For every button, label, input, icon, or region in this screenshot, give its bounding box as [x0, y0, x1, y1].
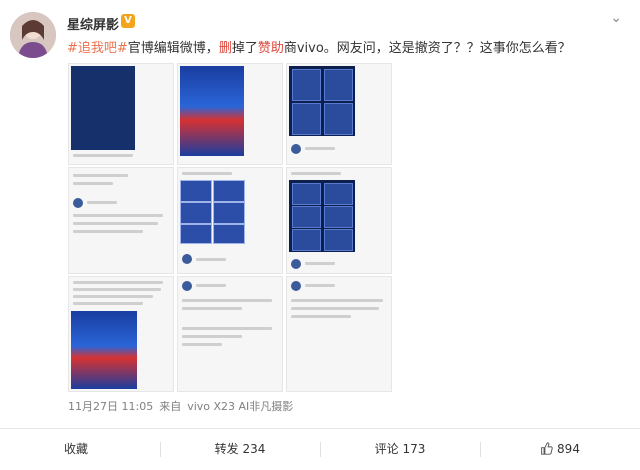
repost-label: 转发 234 — [214, 442, 266, 456]
collage-panel — [286, 63, 392, 165]
collage-panel — [68, 63, 174, 165]
collage-panel — [68, 276, 174, 392]
source-prefix: 来自 — [159, 400, 182, 413]
phone-screenshot — [71, 66, 135, 150]
post-text-part: 官博编辑微博， — [127, 41, 219, 56]
divider — [160, 442, 161, 457]
image-collage[interactable] — [68, 63, 392, 392]
post-source[interactable]: vivo X23 AI非凡摄影 — [187, 400, 293, 413]
chevron-down-icon[interactable]: ⌄ — [610, 10, 622, 26]
like-button[interactable]: 894 — [485, 429, 635, 470]
post-text-part: 掉了 — [231, 41, 258, 56]
favorite-button[interactable]: 收藏 — [0, 429, 152, 470]
poster-image — [71, 311, 137, 389]
highlight-delete: 删 — [218, 41, 232, 56]
hashtag-link[interactable]: #追我吧# — [67, 41, 128, 56]
collage-panel — [177, 276, 283, 392]
repost-button[interactable]: 转发 234 — [165, 429, 315, 470]
divider — [480, 442, 481, 457]
divider — [320, 442, 321, 457]
author-name[interactable]: 星综屏影 — [67, 14, 119, 33]
highlight-sponsor: 赞助 — [257, 41, 284, 56]
collage-panel — [286, 276, 392, 392]
comment-label: 评论 173 — [374, 442, 426, 456]
collage-panel — [177, 63, 283, 165]
collage-panel — [68, 167, 174, 274]
thumbs-up-icon — [541, 442, 553, 455]
collage-panel — [286, 167, 392, 274]
post-meta: 11月27日 11:05 来自 vivo X23 AI非凡摄影 — [68, 398, 299, 414]
collage-panel — [177, 167, 283, 274]
verified-badge-icon: V — [121, 14, 135, 28]
post-text: #追我吧#官博编辑微博，删掉了赞助商vivo。网友问，这是撤资了？？这事你怎么看… — [67, 37, 627, 56]
post-text-part: 商vivo。网友问，这是撤资了？？这事你怎么看？ — [283, 41, 571, 56]
action-bar: 收藏 转发 234 评论 173 894 — [0, 429, 640, 470]
avatar-image — [10, 12, 56, 58]
avatar[interactable] — [10, 12, 56, 58]
post-date[interactable]: 11月27日 11:05 — [68, 400, 153, 413]
favorite-label: 收藏 — [63, 442, 88, 456]
comment-button[interactable]: 评论 173 — [325, 429, 475, 470]
like-count: 894 — [557, 442, 580, 456]
poster-image — [180, 66, 244, 156]
